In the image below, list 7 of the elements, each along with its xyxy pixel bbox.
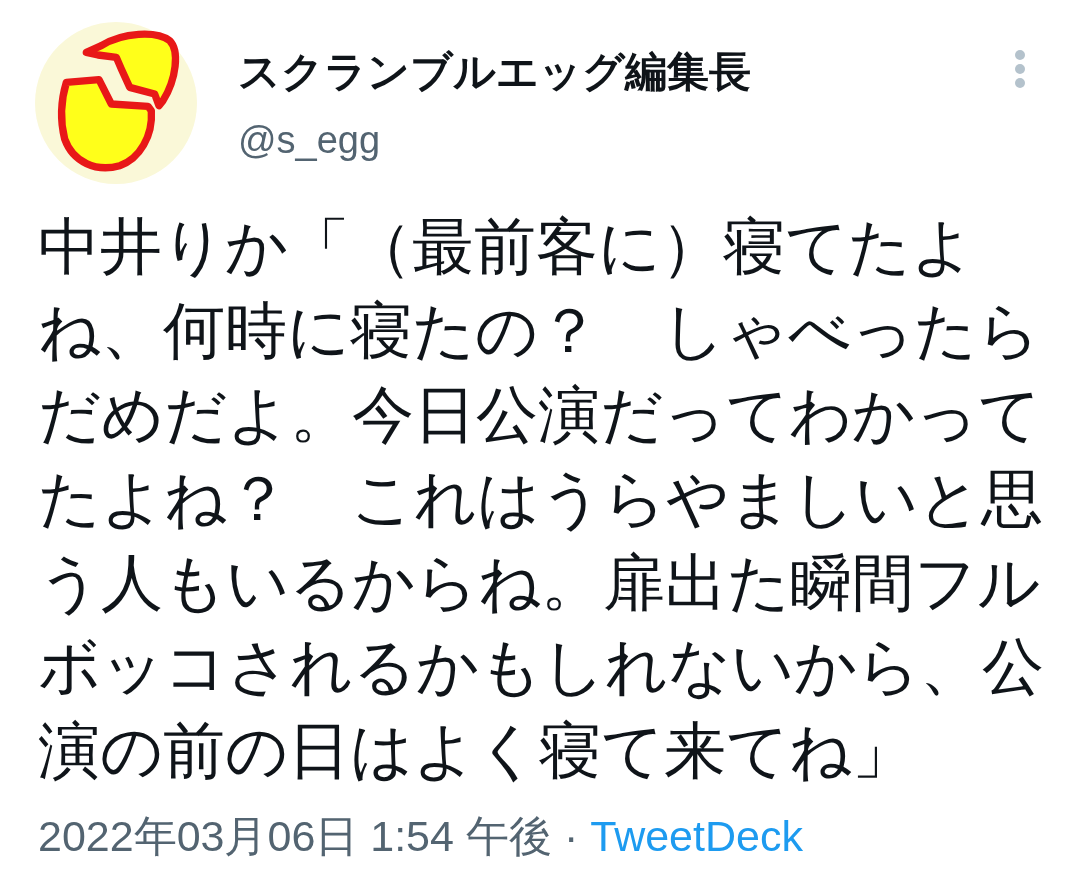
display-name[interactable]: スクランブルエッグ編集長 <box>238 47 751 97</box>
cracked-egg-avatar-icon <box>35 22 197 184</box>
timestamp[interactable]: 2022年03月06日 1:54 午後 <box>38 809 552 863</box>
tweet-text: 中井りか「（最前客に）寝てたよね、何時に寝たの？ しゃべったらだめだよ。今日公演だってわかってたよね？ これはうらやましいと思う人もいるからね。扉出た瞬間フルボッコされるかもしれないから、公演の前の日はよく寝て来てね」 <box>38 211 1045 787</box>
separator-dot: · <box>563 811 579 862</box>
user-handle: @s_egg <box>238 118 381 163</box>
more-icon[interactable] <box>1014 49 1026 89</box>
